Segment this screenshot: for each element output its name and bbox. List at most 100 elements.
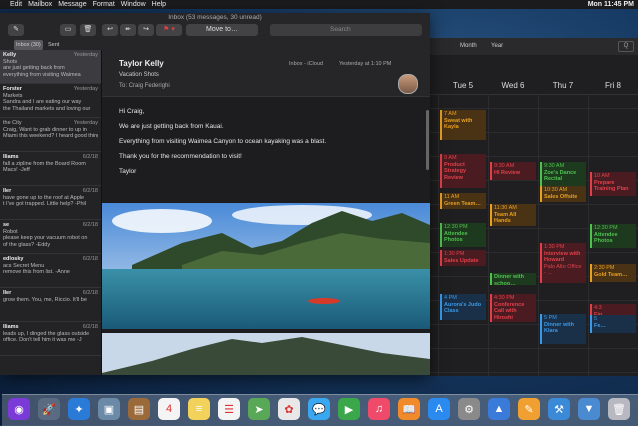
compose-icon[interactable]: ✎ [8,24,24,36]
tab-year[interactable]: Year [486,41,508,51]
event-title: Team All Hands [494,211,517,225]
calendar-event[interactable]: 1:30 PM Sales Update [440,250,486,266]
safari-icon[interactable]: ✦ [68,398,90,420]
calendar-event[interactable]: Dinner with schoo… [490,273,536,285]
notes-icon[interactable]: ≡ [188,398,210,420]
day-header-thu: Thu 7 [552,81,574,90]
calendar-search-icon[interactable]: Q [618,41,634,52]
message-list: Kelly Yesterday Shots are just getting back… [0,50,102,375]
reply-all-icon[interactable]: ↞ [120,24,136,36]
calendar-day-headers: Tue 5 Wed 6 Thu 7 Fri 8 [428,78,638,95]
message-list-item[interactable]: se 6/2/18 Robot please keep your vacuum rob… [0,220,101,254]
to-name[interactable]: Craig Federighi [129,83,170,89]
launchpad-icon[interactable]: 🚀 [38,398,60,420]
message-list-item[interactable]: lliams 6/2/18 fall a zipline from the Boar… [0,152,101,186]
message-date: Yesterday at 1:10 PM [339,61,392,67]
books-icon[interactable]: 📖 [398,398,420,420]
calendar-icon[interactable]: 4 [158,398,180,420]
menu-message[interactable]: Message [58,0,92,9]
calendar-event[interactable]: 4:30 PM Conference Call with Hiroshi [490,294,536,322]
pages-icon[interactable]: ✎ [518,398,540,420]
message-folder: Inbox - iCloud [289,61,323,67]
calendar-event[interactable]: 11:30 AM Team All Hands [490,204,536,226]
calendar-event[interactable]: 9 AM Product Strategy Review [440,154,486,188]
calendar-event[interactable]: 7 AM Sweat with Kayla [440,110,486,140]
favorite-inbox[interactable]: Inbox (30) [14,40,43,50]
event-title: Green Team… [444,200,481,207]
to-label: To: [119,83,128,89]
day-column-divider [538,94,539,376]
keynote-icon[interactable]: ▲ [488,398,510,420]
calendar-event[interactable]: 12:30 PM Attendee Photos [590,224,636,248]
photo-app-icon[interactable]: ▣ [98,398,120,420]
calendar-event[interactable]: 11 AM Green Team… [440,193,486,209]
avatar [398,74,418,94]
menu-edit[interactable]: Edit [10,0,28,9]
reminders-icon[interactable]: ☰ [218,398,240,420]
calendar-event[interactable]: 10 AM Prepare Training Plan [590,172,636,196]
message-list-item[interactable]: Forster Yesterday Markets Sandra and I are … [0,84,101,118]
event-title: Dinner with Klara [544,321,574,335]
xcode-icon[interactable]: ⚒ [548,398,570,420]
message-preview: the Thailand markets and loving our [3,105,91,112]
day-header-fri: Fri 8 [605,81,621,90]
trash-icon[interactable]: 🗑 [80,24,96,36]
message-list-item[interactable]: ller 6/2/18 have gone up to the roof at Ap… [0,186,101,220]
messages-icon[interactable]: 💬 [308,398,330,420]
menu-mailbox[interactable]: Mailbox [28,0,58,9]
menu-bar: Edit Mailbox Message Format Window Help … [0,0,638,9]
mail-window-title: Inbox (53 messages, 30 unread) [168,14,262,21]
downloads-folder-icon[interactable]: ▼ [578,398,600,420]
archive-icon[interactable]: ▭ [60,24,76,36]
calendar-event[interactable]: 5 Fe… [590,315,636,333]
favorite-sent[interactable]: Sent [48,40,59,50]
forward-icon[interactable]: ↪ [138,24,154,36]
reply-icon[interactable]: ↩ [102,24,118,36]
maps-icon[interactable]: ➤ [248,398,270,420]
facetime-icon[interactable]: ▶ [338,398,360,420]
calendar-toolbar: Month Year Q [428,38,638,55]
kauai-photo [102,203,430,329]
music-icon[interactable]: ♫ [368,398,390,420]
calendar-event[interactable]: 12:30 PM Attendee Photos [440,223,486,247]
message-list-item[interactable]: Kelly Yesterday Shots are just getting back… [0,50,101,84]
event-title: Product Strategy Review [444,161,467,181]
event-title: Sales Update [444,257,479,264]
message-list-item[interactable]: ller 6/2/18 grow them. You, me, Riccio. It… [0,288,101,322]
search-input[interactable]: Search [270,24,422,36]
tab-month[interactable]: Month [455,41,482,51]
hour-gridline [428,348,638,349]
menu-format[interactable]: Format [93,0,121,9]
photos-icon[interactable]: ✿ [278,398,300,420]
message-date: 6/2/18 [82,256,98,262]
event-title: Zoe's Dance Recital [544,169,577,183]
menu-window[interactable]: Window [121,0,152,9]
calendar-event[interactable]: 9:30 AM HI Review [490,162,536,180]
message-preview: please keep your vacuum robot on [3,235,88,241]
message-list-item[interactable]: edlosky 6/2/18 acs Secret Menu remove this … [0,254,101,288]
calendar-event[interactable]: 9:30 AM Zoe's Dance Recital [540,162,586,186]
message-preview: Macs! -Jeff [3,167,30,173]
calendar-event[interactable]: 5 PM Dinner with Klara [540,314,586,344]
calendar-event[interactable]: 4 PM Aurora's Judo Class [440,294,486,320]
day-column-divider [438,94,439,376]
scrollbar[interactable] [426,110,429,170]
menu-clock[interactable]: Mon 11:45 PM [588,0,634,9]
message-body: Hi Craig, We are just getting back from … [119,108,419,183]
trash-icon[interactable]: 🗑 [608,398,630,420]
message-list-item[interactable]: Yesterday the City Craig, Want to grab din… [0,118,101,152]
favorites-bar: Inbox (30) Sent [0,40,430,50]
calendar-event[interactable]: 1:30 PM Interview with Howard Palo Alto Of… [540,243,586,283]
message-list-item[interactable]: lliams 6/2/18 leads up, I dinged the glass… [0,322,101,356]
siri-icon[interactable]: ◉ [8,398,30,420]
menu-help[interactable]: Help [152,0,172,9]
message-preview: t I've got trapped. Little help? -Phil [3,201,86,207]
notes-book-icon[interactable]: ▤ [128,398,150,420]
event-title: Dinner with schoo… [494,274,524,285]
move-to-button[interactable]: Move to… [186,24,258,36]
app-store-icon[interactable]: A [428,398,450,420]
system-preferences-icon[interactable]: ⚙ [458,398,480,420]
flag-icon[interactable]: ⚑ ▾ [156,24,182,36]
calendar-event[interactable]: 2:30 PM Gold Team… [590,264,636,282]
calendar-event[interactable]: 10:30 AM Sales Offsite [540,186,586,202]
